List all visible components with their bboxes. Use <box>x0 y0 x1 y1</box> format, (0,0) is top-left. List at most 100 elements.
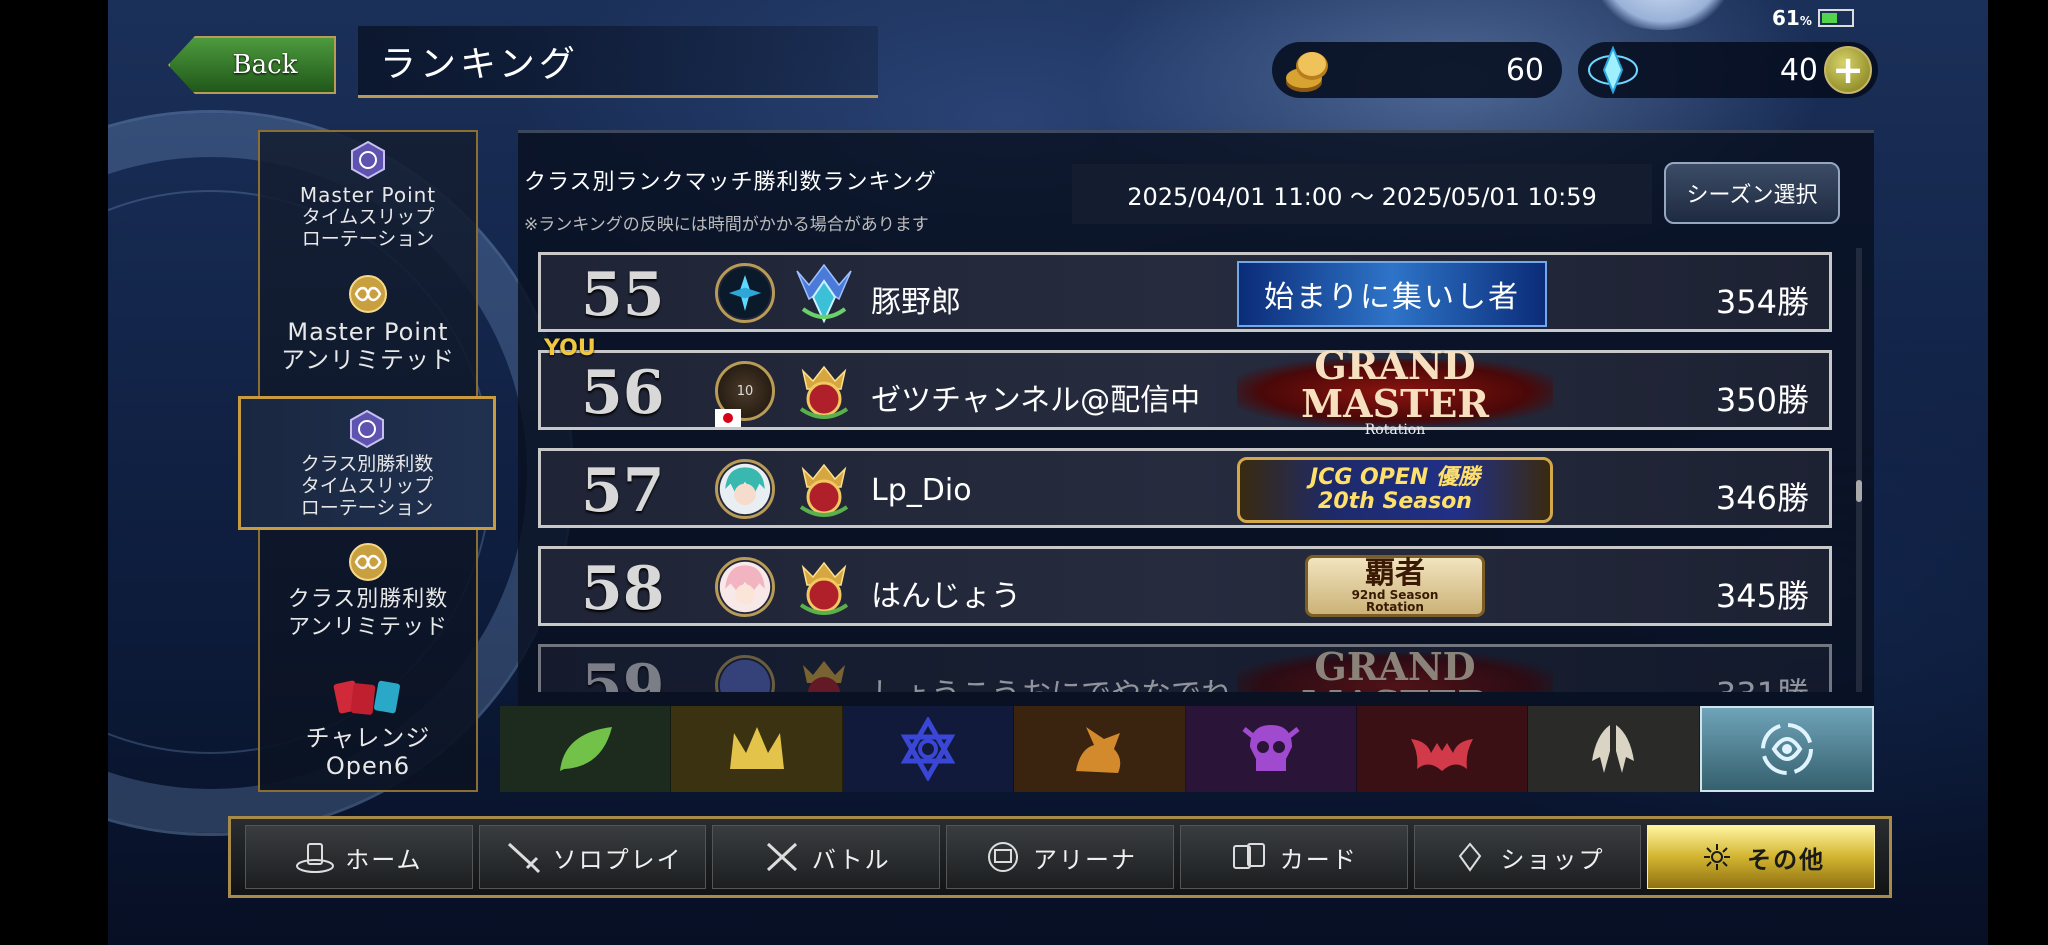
nav-shop[interactable]: ショップ <box>1413 825 1642 889</box>
nav-other[interactable]: その他 <box>1647 825 1876 889</box>
avatar-level: 10 <box>736 383 754 399</box>
rank-number: 58 <box>581 554 665 624</box>
nav-label: その他 <box>1747 845 1826 874</box>
nav-arena[interactable]: アリーナ <box>946 825 1174 889</box>
season-date-range: 2025/04/01 11:00 〜 2025/05/01 10:59 <box>1072 164 1652 224</box>
ranking-row-you[interactable]: 56 10 ゼツチャンネル@配信中 GRAND MASTER Rotation … <box>538 343 1832 437</box>
leaf-icon <box>560 727 613 771</box>
menu-item-challenge-open6[interactable]: チャレンジ Open6 <box>260 676 476 780</box>
win-count: 350勝 <box>1715 381 1809 419</box>
class-tab-dragoncraft[interactable] <box>1014 706 1186 792</box>
title-badge: 始まりに集いし者 <box>1237 261 1547 327</box>
title-badge: GRAND MASTER <box>1237 648 1553 692</box>
class-tab-runecraft[interactable] <box>842 706 1015 792</box>
ranking-row[interactable]: 58 はんじょう 覇者 92nd Season Rotation 345勝 <box>538 546 1832 626</box>
crystal-counter: 40 + <box>1578 42 1878 98</box>
ranking-category-menu: Master Point タイムスリップ ローテーション Master Poin… <box>238 130 496 792</box>
nav-label: ホーム <box>345 845 423 874</box>
crystal-value: 40 <box>1779 52 1818 88</box>
class-tab-bloodcraft[interactable] <box>1356 706 1529 792</box>
menu-item-line1: クラス別勝利数 <box>300 453 434 475</box>
rank-emblem-icon <box>803 661 845 692</box>
menu-item-class-wins-unlimited[interactable]: クラス別勝利数 アンリミテッド <box>260 542 476 642</box>
title-badge-subtext: 20th Season <box>1318 489 1472 514</box>
title-badge-text: 覇者 <box>1365 556 1425 591</box>
crystal-icon <box>1588 45 1638 95</box>
battery-icon <box>1817 9 1854 27</box>
hexagram-icon <box>900 717 956 781</box>
add-crystal-button[interactable]: + <box>1824 46 1872 94</box>
menu-item-master-point-timeslip[interactable]: Master Point タイムスリップ ローテーション <box>260 140 476 250</box>
class-tab-havencraft[interactable] <box>1528 706 1700 792</box>
nav-label: アリーナ <box>1033 845 1138 874</box>
win-count: 346勝 <box>1715 479 1809 517</box>
title-badge-subtext: Rotation <box>1364 422 1426 438</box>
title-badge-subtext2: Rotation <box>1366 600 1424 614</box>
menu-item-line2: アンリミテッド <box>280 346 456 374</box>
rank-emblem-icon <box>799 561 849 615</box>
infinity-icon <box>349 543 387 581</box>
battery-indicator: 61% <box>1772 6 1854 30</box>
class-tab-shadowcraft[interactable] <box>1185 706 1357 792</box>
class-tab-swordcraft[interactable] <box>671 706 843 792</box>
title-badge-text: GRAND MASTER <box>1301 343 1489 426</box>
home-icon <box>296 843 335 873</box>
player-avatar <box>715 655 775 692</box>
ranking-row[interactable]: 57 Lp_Dio JCG OPEN 優勝 20th Season 346勝 <box>538 448 1832 528</box>
nav-battle[interactable]: バトル <box>712 825 941 889</box>
menu-item-master-point-unlimited[interactable]: Master Point アンリミテッド <box>260 274 476 374</box>
menu-item-line3: ローテーション <box>300 497 434 519</box>
sword-icon <box>507 842 540 874</box>
infinity-icon <box>349 275 387 313</box>
win-count: 331勝 <box>1716 669 1809 692</box>
menu-item-line1: Master Point <box>299 183 437 207</box>
ranking-row[interactable]: 59 しょうこうおにでやなでね GRAND MASTER 331勝 <box>538 644 1832 692</box>
menu-item-line2: Open6 <box>325 752 411 780</box>
ranking-scrollbar[interactable] <box>1856 248 1862 692</box>
menu-item-line3: ローテーション <box>301 228 435 250</box>
title-badge-text: 始まりに集いし者 <box>1264 280 1520 315</box>
menu-item-class-wins-timeslip[interactable]: クラス別勝利数 タイムスリップ ローテーション <box>238 396 496 530</box>
player-name: 豚野郎 <box>871 285 961 320</box>
ranking-row[interactable]: 55 豚野郎 始まりに集いし者 354勝 <box>538 252 1832 332</box>
menu-item-line2: タイムスリップ <box>301 206 435 228</box>
rank-number: 57 <box>581 456 665 526</box>
nav-label: ショップ <box>1500 845 1605 874</box>
back-button[interactable]: Back <box>168 36 336 94</box>
class-tab-portalcraft[interactable] <box>1699 706 1874 792</box>
timeslip-icon <box>351 140 385 180</box>
japan-flag-icon <box>715 409 741 427</box>
battery-unit: % <box>1799 14 1812 28</box>
nav-cards[interactable]: カード <box>1179 825 1408 889</box>
player-avatar <box>715 459 775 519</box>
shop-icon <box>1459 842 1482 872</box>
page-title: ランキング <box>358 26 878 98</box>
ranking-note: ※ランキングの反映には時間がかかる場合があります <box>524 215 929 235</box>
title-badge: JCG OPEN 優勝 20th Season <box>1237 457 1553 523</box>
menu-item-line1: Master Point <box>287 318 449 346</box>
title-badge-text: GRAND MASTER <box>1301 644 1489 693</box>
moon <box>1588 0 1738 30</box>
rank-emblem-icon <box>799 463 849 517</box>
rank-number: 55 <box>581 260 665 330</box>
rank-emblem-icon <box>796 263 852 324</box>
player-avatar <box>715 557 775 617</box>
ranking-panel-title: クラス別ランクマッチ勝利数ランキング <box>524 170 937 195</box>
plus-label: + <box>1832 48 1864 92</box>
player-name: はんじょう <box>871 579 1021 614</box>
back-label: Back <box>232 50 298 80</box>
class-tab-forestcraft[interactable] <box>500 706 672 792</box>
timeslip-icon <box>350 409 384 449</box>
season-select-button[interactable]: シーズン選択 <box>1664 162 1840 224</box>
ranking-list[interactable]: 55 豚野郎 始まりに集いし者 354勝 56 10 ゼツチャンネル@配信中 G… <box>538 248 1834 692</box>
menu-item-line2: タイムスリップ <box>300 475 434 497</box>
crossed-swords-icon <box>766 842 797 872</box>
nav-home[interactable]: ホーム <box>245 825 473 889</box>
scrollbar-thumb[interactable] <box>1856 480 1862 502</box>
rank-number: 56 <box>581 358 665 428</box>
you-indicator: YOU <box>544 336 596 361</box>
nav-solo-play[interactable]: ソロプレイ <box>478 825 707 889</box>
date-range-text: 2025/04/01 11:00 〜 2025/05/01 10:59 <box>1127 182 1597 211</box>
player-avatar <box>715 263 775 323</box>
menu-item-line1: チャレンジ <box>305 724 431 752</box>
